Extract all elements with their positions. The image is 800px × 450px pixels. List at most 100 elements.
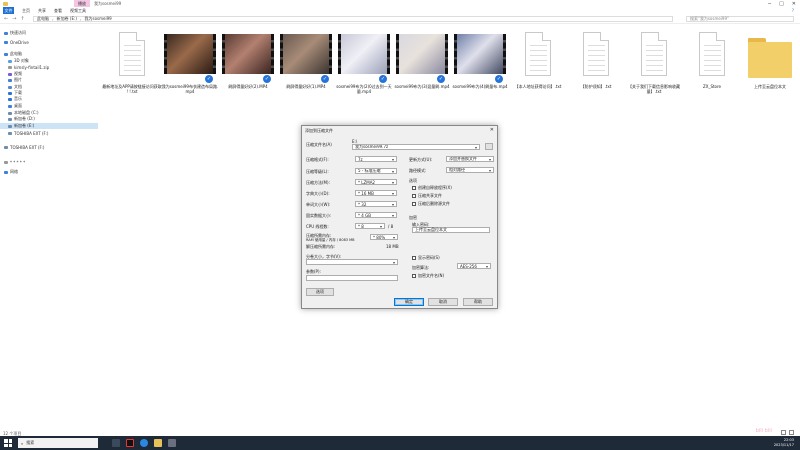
- path-mode-value: 相对路径: [449, 167, 465, 172]
- parameters-field[interactable]: [306, 275, 398, 281]
- sync-badge-icon: ✓: [320, 74, 330, 84]
- dictionary-select[interactable]: * 16 MB ▾: [355, 190, 397, 196]
- start-button[interactable]: [4, 439, 12, 447]
- video-thumbnail: [396, 34, 448, 74]
- word-size-value: * 32: [358, 201, 367, 207]
- memory-usage-detail: RAM 使用量 / 内存 / 8083 MB: [306, 238, 355, 242]
- file-name: sosmei99布为(4)刷量布.mp4: [452, 84, 508, 89]
- sidebar-item-label: 新加卷 (D:): [14, 116, 35, 121]
- file-name: sosmei99布为(3)混量刷.mp4: [394, 84, 450, 89]
- manage-tab[interactable]: 播放: [74, 0, 90, 7]
- compress-shared-label: 压缩共享文件: [418, 193, 442, 198]
- help-button[interactable]: 帮助: [463, 298, 493, 306]
- search-input[interactable]: 搜索"我为sosmei99": [686, 16, 794, 22]
- sidebar-item[interactable]: 此电脑: [4, 51, 22, 57]
- sidebar-item[interactable]: OneDrive: [4, 39, 29, 45]
- file-item[interactable]: ✓ sosmei99布为(2)0过去到一天量.mp4: [334, 30, 394, 94]
- system-clock[interactable]: 22:03 2023/11/17: [774, 438, 794, 448]
- split-volume-select[interactable]: ▾: [306, 259, 398, 265]
- archive-app-icon[interactable]: [168, 439, 176, 447]
- search-icon: ⌕: [21, 440, 24, 446]
- browse-button[interactable]: [485, 143, 493, 150]
- file-item[interactable]: ✓ sosmei99布为(4)刷量布.mp4: [450, 30, 510, 90]
- sidebar-item[interactable]: * * * * *: [4, 159, 25, 165]
- compression-method-select[interactable]: * LZMA2 ▾: [355, 179, 397, 185]
- cpu-threads-label: CPU 线程数:: [306, 224, 329, 229]
- cpu-threads-value: * 8: [358, 223, 364, 229]
- show-password-checkbox[interactable]: 显示密码(S): [412, 255, 440, 261]
- address-bar[interactable]: 此电脑 › 新加卷 (E:) › 我为sosmei99: [33, 16, 673, 22]
- archive-name-field[interactable]: 我为sosmei99.7z ▾: [352, 144, 480, 150]
- memory-usage-select[interactable]: * 80% ▾: [370, 234, 398, 240]
- tab-share[interactable]: 共享: [38, 8, 46, 14]
- sync-badge-icon: ✓: [378, 74, 388, 84]
- password-field[interactable]: 上传至云盘位本文: [412, 227, 490, 233]
- update-mode-select[interactable]: 添加并替换文件 ▾: [446, 156, 494, 162]
- sidebar-item[interactable]: 图片: [8, 77, 22, 83]
- up-icon[interactable]: ↑: [20, 16, 24, 22]
- breadcrumb-drive[interactable]: 新加卷 (E:): [57, 16, 77, 22]
- delete-after-checkbox[interactable]: 压缩后删除源文件: [412, 201, 450, 207]
- folder-icon: [748, 38, 792, 78]
- file-item[interactable]: ✓ sosmei99布为(3)混量刷.mp4: [392, 30, 452, 90]
- file-item[interactable]: 【本人地址获得访问】.txt: [508, 30, 568, 90]
- compression-level-select[interactable]: 5 - 标准压缩 ▾: [355, 168, 397, 174]
- tab-video-tools[interactable]: 视频工具: [70, 8, 86, 14]
- breadcrumb-this-pc[interactable]: 此电脑: [37, 16, 49, 22]
- sidebar-item-label: TOSHIBA EXT (F:): [14, 130, 49, 136]
- cpu-threads-select[interactable]: * 8 ▾: [355, 223, 385, 229]
- path-mode-select[interactable]: 相对路径 ▾: [446, 167, 494, 173]
- file-item[interactable]: 【关于我们下载信息影响收藏量】.txt: [624, 30, 684, 94]
- ok-button[interactable]: 确定: [394, 298, 424, 306]
- details-view-icon[interactable]: [781, 430, 786, 435]
- encryption-method-select[interactable]: AES-256 ▾: [457, 263, 491, 269]
- file-item[interactable]: 最新地址及APP请按链接访问获取 ! !.txt: [102, 30, 162, 94]
- encrypt-filenames-checkbox[interactable]: 加密文件名(N): [412, 273, 444, 279]
- options-group-title: 选项: [409, 178, 417, 183]
- sidebar-item-icon: [8, 72, 12, 76]
- tab-view[interactable]: 查看: [54, 8, 62, 14]
- file-item[interactable]: ZX_Store: [682, 30, 742, 90]
- sidebar-item[interactable]: 桌面: [8, 103, 22, 109]
- compress-shared-checkbox[interactable]: 压缩共享文件: [412, 193, 442, 199]
- tab-home[interactable]: 主页: [22, 8, 30, 14]
- sidebar-item[interactable]: TOSHIBA EXT (F:): [4, 144, 44, 150]
- sidebar-item-icon: [4, 145, 8, 149]
- sidebar-item[interactable]: 新加卷 (D:): [8, 116, 35, 122]
- tab-file[interactable]: 文件: [3, 7, 14, 14]
- breadcrumb-folder[interactable]: 我为sosmei99: [85, 16, 112, 22]
- file-explorer-icon[interactable]: [154, 439, 162, 447]
- file-item[interactable]: 上传至云盘位本文: [740, 30, 800, 90]
- encryption-method-value: AES-256: [460, 263, 477, 269]
- sidebar-item[interactable]: 网络: [4, 169, 18, 175]
- close-icon[interactable]: ✕: [490, 127, 494, 133]
- chevron-down-icon: ▾: [391, 213, 394, 218]
- forward-icon[interactable]: →: [12, 16, 16, 22]
- chevron-down-icon: ▾: [391, 180, 394, 185]
- file-item[interactable]: ✓ 刷屏得量好好(1).MP4: [276, 30, 336, 90]
- options-button[interactable]: 选项: [306, 288, 334, 296]
- create-sfx-checkbox[interactable]: 创建自释放程序(X): [412, 185, 452, 191]
- back-icon[interactable]: ←: [4, 16, 8, 22]
- sidebar-item[interactable]: kimsly-fintail1.zip: [8, 64, 49, 70]
- edge-icon[interactable]: [140, 439, 148, 447]
- sidebar-item[interactable]: TOSHIBA EXT (F:): [8, 130, 48, 136]
- task-view-icon[interactable]: [112, 439, 120, 447]
- file-item[interactable]: ✓ 我为sosmei99布衣建造布局路.mp4: [160, 30, 220, 94]
- checkbox-box: [412, 202, 416, 206]
- sidebar-item[interactable]: 音乐: [8, 96, 22, 102]
- archive-format-select[interactable]: 7z ▾: [355, 156, 397, 162]
- sidebar-item-label: 新加卷 (E:): [14, 123, 35, 128]
- file-item[interactable]: ✓ 刷屏得量好好(2).MP4: [218, 30, 278, 90]
- sidebar-item[interactable]: 快速访问: [4, 30, 26, 36]
- taskbar-search[interactable]: ⌕ 搜索: [18, 438, 98, 448]
- solid-size-select[interactable]: * 4 GB ▾: [355, 212, 397, 218]
- tiktok-icon[interactable]: [126, 439, 134, 447]
- large-icons-view-icon[interactable]: [789, 430, 794, 435]
- help-icon[interactable]: ?: [792, 8, 794, 13]
- file-item[interactable]: 【防护须知】.txt: [566, 30, 626, 90]
- cancel-button[interactable]: 取消: [428, 298, 458, 306]
- text-line: [124, 65, 141, 66]
- word-size-select[interactable]: * 32 ▾: [355, 201, 397, 207]
- sidebar-item[interactable]: 新加卷 (E:): [0, 123, 98, 129]
